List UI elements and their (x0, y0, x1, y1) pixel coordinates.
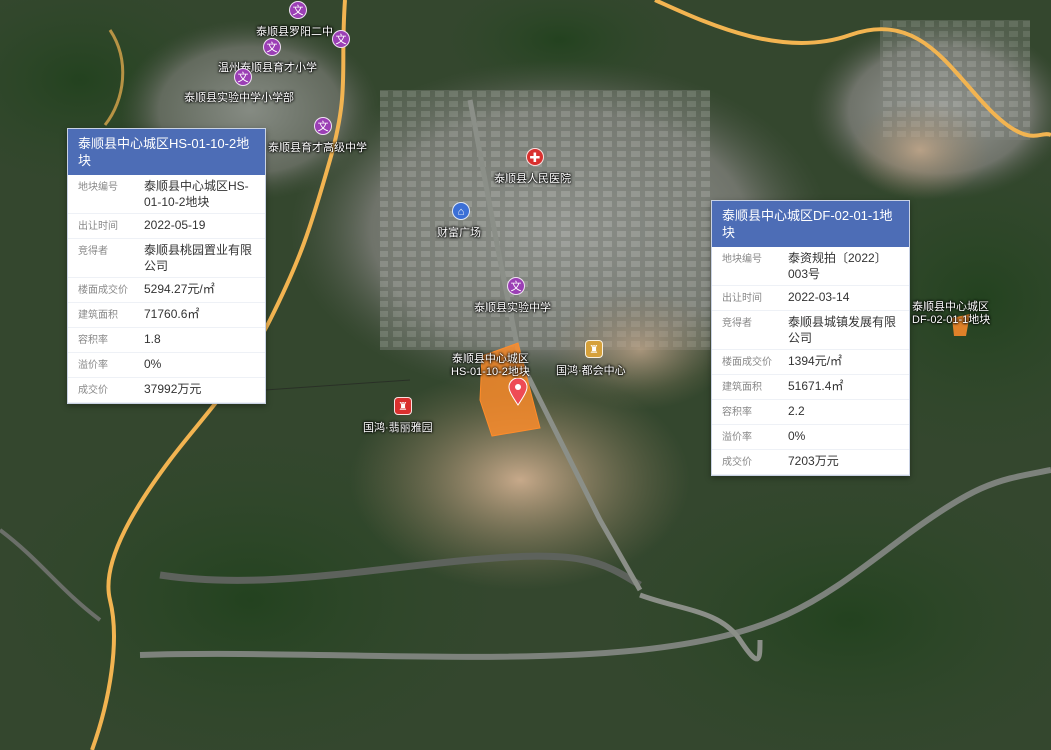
poi-label: 泰顺县人民医院 (494, 173, 571, 185)
row-value: 2022-05-19 (136, 213, 265, 239)
parcel-info-card-right[interactable]: 泰顺县中心城区DF-02-01-1地块 地块编号 泰资规拍〔2022〕003号 出… (711, 200, 910, 476)
row-key: 地块编号 (68, 175, 136, 214)
row-key: 出让时间 (68, 213, 136, 239)
row-value: 37992万元 (136, 377, 265, 403)
row-value: 2022-03-14 (780, 285, 909, 311)
row-key: 楼面成交价 (712, 349, 780, 375)
building-icon: ♜ (394, 397, 412, 415)
card-row: 成交价 7203万元 (712, 449, 909, 475)
row-value: 51671.4㎡ (780, 374, 909, 400)
row-key: 地块编号 (712, 247, 780, 286)
poi-label: 国鸿·都会中心 (556, 365, 626, 377)
poi-label: 国鸿·翡丽雅园 (363, 422, 433, 434)
poi-label: 温州泰顺县育才小学 (218, 62, 317, 74)
row-value: 5294.27元/㎡ (136, 277, 265, 303)
row-key: 出让时间 (712, 285, 780, 311)
parcel-label-line1: 泰顺县中心城区 (912, 301, 989, 313)
parcel-label-line2: DF-02-01-1地块 (912, 314, 991, 326)
card-table: 地块编号 泰顺县中心城区HS-01-10-2地块 出让时间 2022-05-19 竞… (68, 175, 265, 403)
card-row: 地块编号 泰顺县中心城区HS-01-10-2地块 (68, 175, 265, 214)
row-key: 溢价率 (712, 424, 780, 450)
row-key: 建筑面积 (712, 374, 780, 400)
card-row: 成交价 37992万元 (68, 377, 265, 403)
parcel-info-card-left[interactable]: 泰顺县中心城区HS-01-10-2地块 地块编号 泰顺县中心城区HS-01-10-… (67, 128, 266, 404)
card-row: 楼面成交价 1394元/㎡ (712, 349, 909, 375)
row-value: 泰顺县中心城区HS-01-10-2地块 (136, 175, 265, 214)
card-row: 出让时间 2022-05-19 (68, 213, 265, 239)
card-row: 楼面成交价 5294.27元/㎡ (68, 277, 265, 303)
poi-label: 泰顺县实验中学小学部 (184, 92, 294, 104)
row-value: 1394元/㎡ (780, 349, 909, 375)
row-value: 1.8 (136, 327, 265, 353)
school-icon: 文 (507, 277, 525, 295)
hospital-icon: ✚ (526, 148, 544, 166)
poi-label: 泰顺县育才高级中学 (268, 142, 367, 154)
row-key: 成交价 (712, 449, 780, 475)
row-key: 成交价 (68, 377, 136, 403)
parcel-label-hs[interactable]: 泰顺县中心城区 HS-01-10-2地块 (451, 353, 530, 379)
card-row: 地块编号 泰资规拍〔2022〕003号 (712, 247, 909, 286)
card-row: 容积率 2.2 (712, 399, 909, 425)
card-row: 容积率 1.8 (68, 327, 265, 353)
row-key: 竞得者 (68, 238, 136, 278)
row-value: 71760.6㎡ (136, 302, 265, 328)
poi-label: 泰顺县实验中学 (474, 302, 551, 314)
poi-label: 泰顺县罗阳二中 (256, 26, 333, 38)
card-row: 建筑面积 71760.6㎡ (68, 302, 265, 328)
row-key: 竞得者 (712, 310, 780, 350)
row-key: 容积率 (712, 399, 780, 425)
card-row: 溢价率 0% (68, 352, 265, 378)
card-row: 出让时间 2022-03-14 (712, 285, 909, 311)
card-table: 地块编号 泰资规拍〔2022〕003号 出让时间 2022-03-14 竞得者 泰顺县… (712, 247, 909, 475)
card-row: 溢价率 0% (712, 424, 909, 450)
row-value: 泰顺县城镇发展有限公司 (780, 310, 909, 350)
card-row: 竞得者 泰顺县城镇发展有限公司 (712, 310, 909, 350)
row-value: 7203万元 (780, 449, 909, 475)
row-key: 容积率 (68, 327, 136, 353)
mall-icon: ⌂ (452, 202, 470, 220)
parcel-label-line1: 泰顺县中心城区 (451, 353, 529, 365)
card-row: 竞得者 泰顺县桃园置业有限公司 (68, 238, 265, 278)
card-title: 泰顺县中心城区HS-01-10-2地块 (68, 129, 265, 175)
card-title: 泰顺县中心城区DF-02-01-1地块 (712, 201, 909, 247)
card-row: 建筑面积 51671.4㎡ (712, 374, 909, 400)
school-icon: 文 (314, 117, 332, 135)
school-icon: 文 (234, 68, 252, 86)
building-icon: ♜ (585, 340, 603, 358)
map-marker-icon[interactable] (508, 378, 528, 406)
school-icon: 文 (289, 1, 307, 19)
school-icon: 文 (332, 30, 350, 48)
school-icon: 文 (263, 38, 281, 56)
row-value: 0% (136, 352, 265, 378)
row-value: 0% (780, 424, 909, 450)
row-value: 泰顺县桃园置业有限公司 (136, 238, 265, 278)
parcel-label-df[interactable]: 泰顺县中心城区 DF-02-01-1地块 (912, 301, 990, 327)
poi-label: 财富广场 (437, 227, 481, 239)
row-value: 泰资规拍〔2022〕003号 (780, 247, 909, 286)
row-key: 楼面成交价 (68, 277, 136, 303)
row-key: 溢价率 (68, 352, 136, 378)
row-value: 2.2 (780, 399, 909, 425)
row-key: 建筑面积 (68, 302, 136, 328)
